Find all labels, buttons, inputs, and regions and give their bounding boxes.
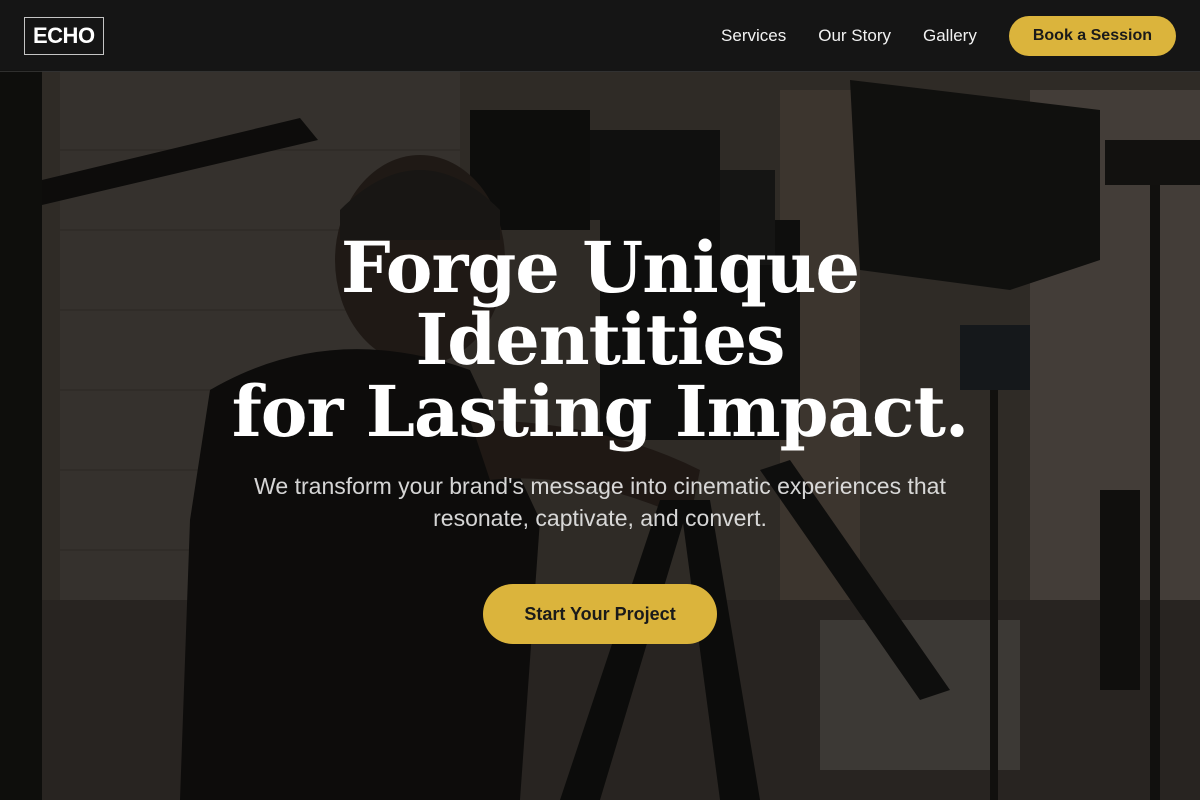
hero-content: Forge Unique Identities for Lasting Impa… <box>0 232 1200 644</box>
hero-headline-line-2: for Lasting Impact. <box>231 370 970 453</box>
nav-link-services[interactable]: Services <box>721 26 786 46</box>
nav-link-our-story[interactable]: Our Story <box>818 26 891 46</box>
hero-headline: Forge Unique Identities for Lasting Impa… <box>150 232 1050 448</box>
book-session-button[interactable]: Book a Session <box>1008 15 1176 56</box>
top-navbar: ECHO Services Our Story Gallery Book a S… <box>0 0 1200 72</box>
start-project-button[interactable]: Start Your Project <box>483 584 717 644</box>
brand-logo[interactable]: ECHO <box>24 16 104 55</box>
hero-headline-line-1: Forge Unique Identities <box>340 226 860 381</box>
nav-link-gallery[interactable]: Gallery <box>923 26 977 46</box>
hero-subheadline: We transform your brand's message into c… <box>254 473 946 531</box>
nav-menu: Services Our Story Gallery Book a Sessio… <box>721 15 1176 56</box>
